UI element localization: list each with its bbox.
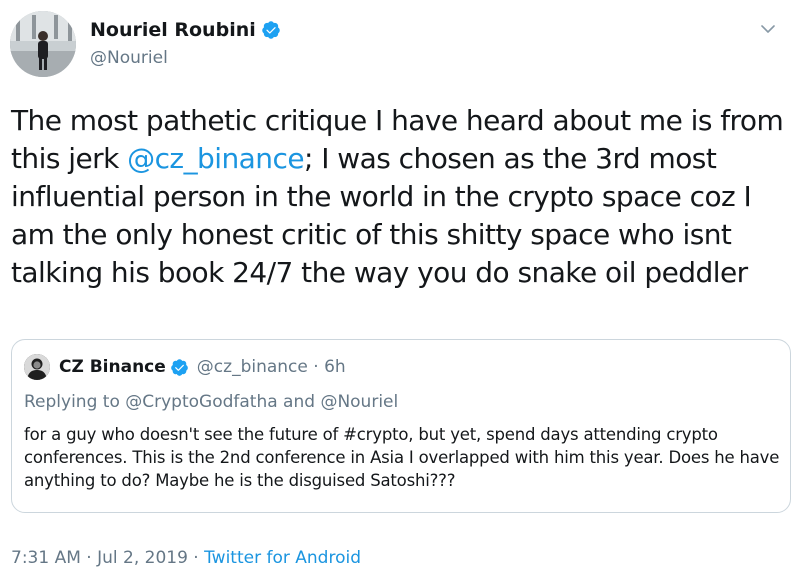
tweet-meta: 7:31 AM · Jul 2, 2019 · Twitter for Andr… (11, 548, 361, 568)
quoted-header: CZ Binance @cz_binance · 6h (59, 354, 346, 380)
replying-to: Replying to @CryptoGodfatha and @Nouriel (24, 392, 399, 412)
mention-link[interactable]: @cz_binance (127, 142, 304, 175)
author-handle[interactable]: @Nouriel (90, 48, 281, 68)
tweet-timestamp[interactable]: 7:31 AM · Jul 2, 2019 · (11, 548, 204, 568)
author-block: Nouriel Roubini @Nouriel (90, 17, 281, 68)
tweet-text: The most pathetic critique I have heard … (11, 102, 789, 292)
quoted-handle-time[interactable]: @cz_binance · 6h (197, 357, 346, 377)
tweet-card: Nouriel Roubini @Nouriel The most pathet… (0, 0, 798, 578)
quoted-tweet-text: for a guy who doesn't see the future of … (24, 425, 780, 490)
quoted-tweet[interactable]: CZ Binance @cz_binance · 6h Replying to … (11, 339, 791, 513)
verified-badge-icon (261, 20, 281, 40)
author-name[interactable]: Nouriel Roubini (90, 19, 256, 41)
chevron-down-icon[interactable] (760, 20, 776, 33)
author-avatar[interactable] (10, 11, 76, 77)
tweet-source-link[interactable]: Twitter for Android (204, 548, 361, 568)
quoted-author-avatar[interactable] (24, 354, 50, 380)
quoted-author-name[interactable]: CZ Binance (59, 357, 166, 377)
verified-badge-icon (170, 358, 189, 377)
